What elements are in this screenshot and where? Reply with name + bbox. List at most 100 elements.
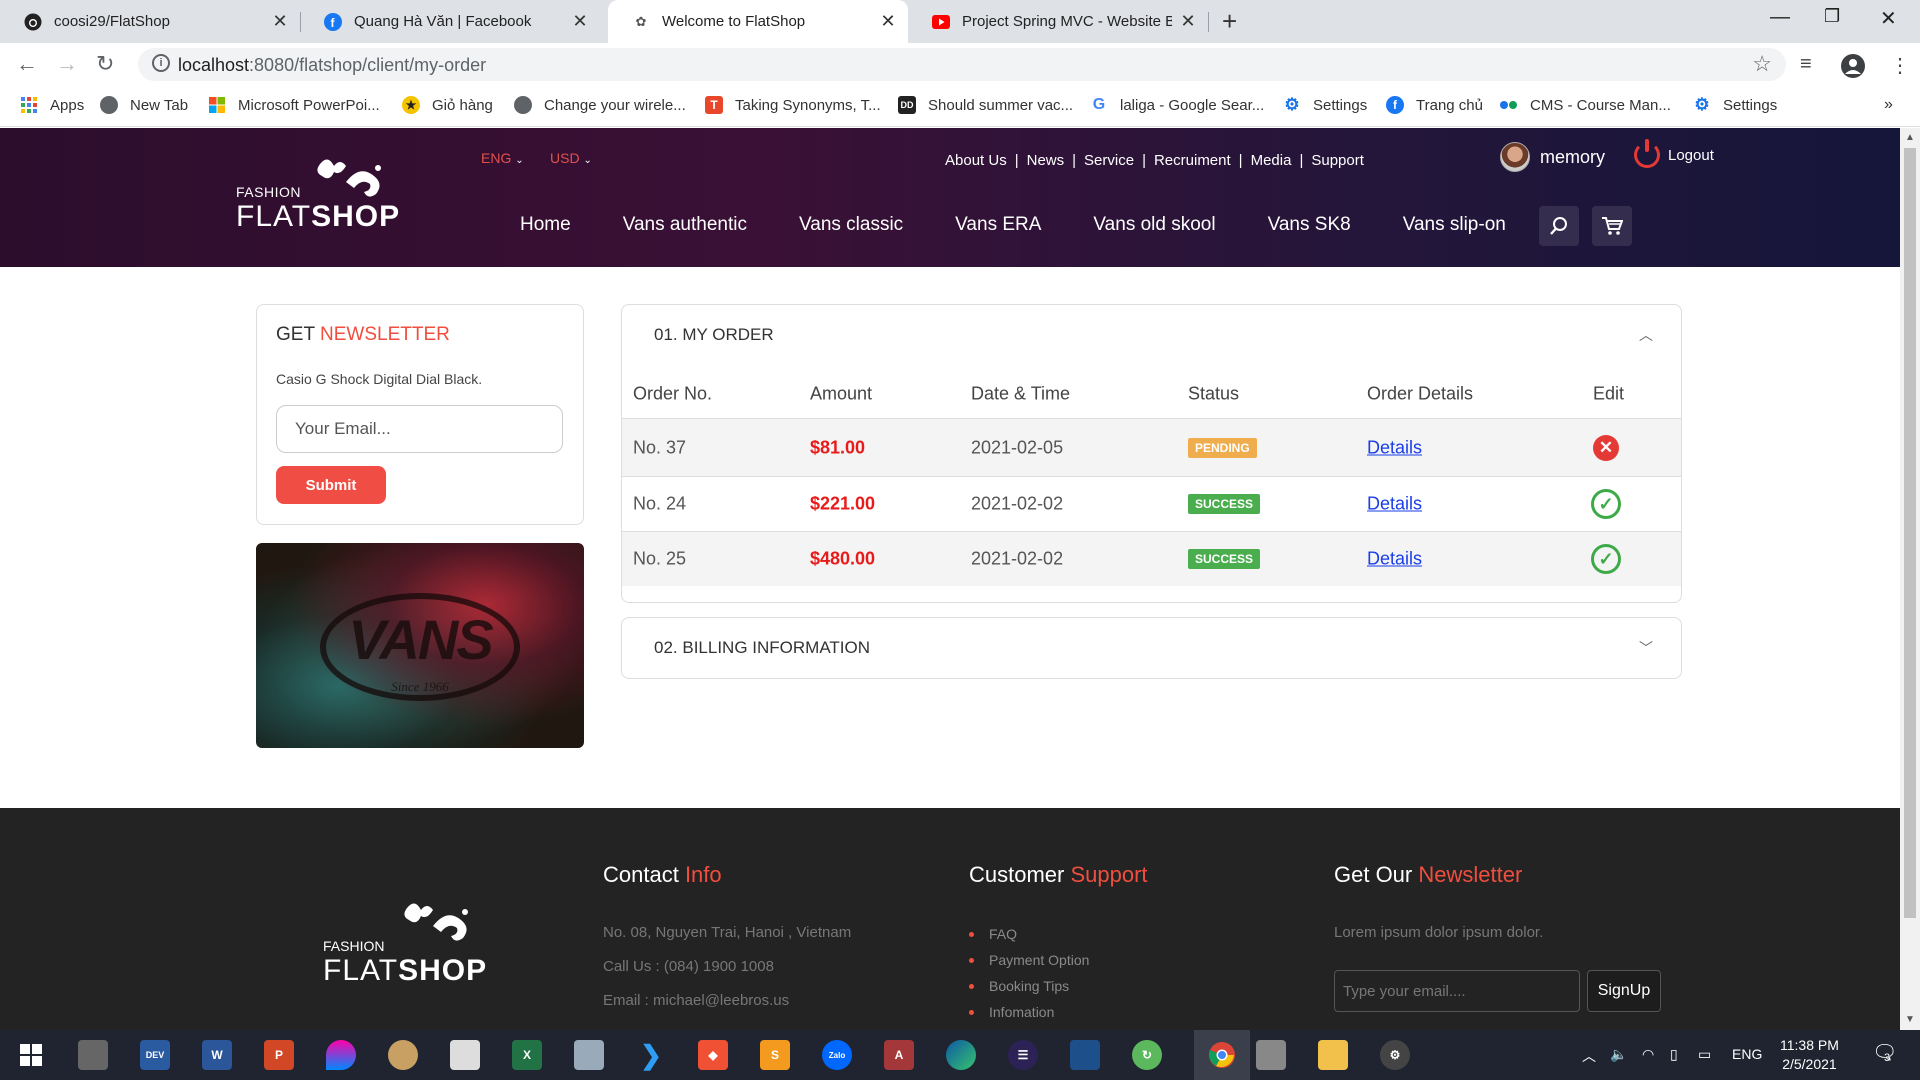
word-icon[interactable]: W [202,1040,232,1070]
settings-gear-app-icon[interactable]: ⚙ [1380,1040,1410,1070]
close-icon[interactable]: ✕ [572,11,588,32]
bookmark-settings-2[interactable]: ⚙ Settings [1693,95,1777,114]
cart-button[interactable] [1592,206,1632,246]
file-explorer-icon[interactable] [1318,1040,1348,1070]
currency-selector[interactable]: USD ⌄ [550,150,592,166]
nav-vans-authentic[interactable]: Vans authentic [623,214,747,236]
info-icon[interactable]: i [152,54,170,72]
top-link-service[interactable]: Service [1076,152,1142,169]
edge-icon[interactable] [946,1040,976,1070]
bookmark-wireless[interactable]: Change your wirele... [514,96,686,114]
support-link-booking[interactable]: Booking Tips [969,978,1089,994]
close-icon[interactable]: ✕ [1180,11,1196,32]
bookmarks-overflow-icon[interactable]: » [1884,96,1893,114]
sublime-text-icon[interactable]: S [760,1040,790,1070]
bookmark-settings[interactable]: ⚙ Settings [1283,95,1367,114]
tab-facebook[interactable]: f Quang Hà Văn | Facebook ✕ [300,0,600,43]
nav-home[interactable]: Home [520,214,571,236]
chevron-up-icon[interactable]: ︿ [1639,325,1653,345]
search-button[interactable] [1539,206,1579,246]
pin-tool-icon[interactable] [1256,1040,1286,1070]
battery-icon[interactable]: ▭ [1698,1046,1711,1063]
language-selector[interactable]: ENG ⌄ [481,150,524,166]
newsletter-submit-button[interactable]: Submit [276,466,386,504]
server-app-icon[interactable] [78,1040,108,1070]
chrome-icon[interactable] [1194,1030,1250,1080]
snipping-tool-icon[interactable] [450,1040,480,1070]
address-bar[interactable]: i localhost:8080/flatshop/client/my-orde… [138,48,1786,81]
tray-chevron-up-icon[interactable]: ︿ [1582,1046,1596,1066]
back-icon[interactable]: ← [16,51,38,77]
profile-avatar-icon[interactable] [1840,53,1866,85]
windows-start-icon[interactable] [16,1040,46,1070]
scroll-up-icon[interactable]: ▲ [1905,132,1915,143]
paint-palette-icon[interactable] [388,1040,418,1070]
refresh-app-icon[interactable]: ↻ [1132,1040,1162,1070]
git-icon[interactable]: ◆ [698,1040,728,1070]
nav-vans-slip-on[interactable]: Vans slip-on [1403,214,1506,236]
tab-github[interactable]: coosi29/FlatShop ✕ [0,0,300,43]
billing-title[interactable]: 02. BILLING INFORMATION [654,638,870,658]
top-link-media[interactable]: Media [1243,152,1300,169]
eclipse-icon[interactable]: ☰ [1008,1040,1038,1070]
nav-vans-old-skool[interactable]: Vans old skool [1093,214,1215,236]
bookmark-gio-hang[interactable]: ★ Giỏ hàng [402,96,493,114]
close-icon[interactable]: ✕ [880,11,896,32]
site-logo[interactable]: FASHION FLATSHOP [236,154,399,234]
support-link-faq[interactable]: FAQ [969,926,1089,942]
bookmark-synonyms[interactable]: T Taking Synonyms, T... [705,96,881,114]
volume-icon[interactable]: 🔈 [1610,1046,1627,1063]
system-clock[interactable]: 11:38 PM 2/5/2021 [1780,1036,1839,1074]
window-close-icon[interactable]: ✕ [1880,6,1897,31]
zalo-icon[interactable]: Zalo [822,1040,852,1070]
cube-app-icon[interactable] [574,1040,604,1070]
tab-flatshop[interactable]: ✿ Welcome to FlatShop ✕ [608,0,908,43]
input-language[interactable]: ENG [1732,1046,1762,1062]
top-link-recruitment[interactable]: Recruiment [1146,152,1239,169]
notification-center[interactable]: 🗨 3 [1872,1040,1897,1065]
browser-menu-icon[interactable]: ⋮ [1890,53,1910,78]
my-order-title[interactable]: 01. MY ORDER [654,325,774,345]
billing-panel[interactable]: 02. BILLING INFORMATION ﹀ [621,617,1682,679]
order-details-link[interactable]: Details [1367,549,1422,570]
forward-icon[interactable]: → [56,51,78,77]
nav-vans-era[interactable]: Vans ERA [955,214,1041,236]
top-link-about[interactable]: About Us [937,152,1015,169]
access-icon[interactable]: A [884,1040,914,1070]
excel-icon[interactable]: X [512,1040,542,1070]
bookmark-star-icon[interactable]: ☆ [1752,51,1772,77]
bookmark-powerpoint[interactable]: Microsoft PowerPoi... [208,96,380,114]
chevron-down-icon[interactable]: ﹀ [1639,638,1653,658]
paint-drop-icon[interactable] [326,1040,356,1070]
footer-logo[interactable]: FASHION FLATSHOP [323,903,486,998]
signup-button[interactable]: SignUp [1587,970,1661,1012]
top-link-news[interactable]: News [1019,152,1073,169]
close-icon[interactable]: ✕ [272,11,288,32]
user-account[interactable]: memory [1500,142,1605,172]
scrollbar-thumb[interactable] [1904,148,1916,918]
support-link-information[interactable]: Infomation [969,1004,1089,1020]
page-scrollbar[interactable]: ▲ ▼ [1900,128,1920,1030]
restore-icon[interactable]: ❐ [1824,6,1840,27]
newsletter-email-input[interactable] [276,405,563,453]
scroll-down-icon[interactable]: ▼ [1905,1014,1915,1025]
cancel-order-icon[interactable]: ✕ [1593,434,1619,461]
mysql-workbench-icon[interactable] [1070,1040,1100,1070]
bookmark-summer[interactable]: DD Should summer vac... [898,96,1073,114]
bookmark-laliga[interactable]: G laliga - Google Sear... [1090,96,1265,114]
reading-list-icon[interactable]: ≡ [1800,53,1812,76]
reload-icon[interactable]: ↻ [96,51,114,77]
logout-button[interactable]: Logout [1634,139,1714,168]
footer-email-input[interactable] [1334,970,1580,1012]
minimize-icon[interactable]: — [1770,6,1790,29]
order-details-link[interactable]: Details [1367,494,1422,515]
nav-vans-classic[interactable]: Vans classic [799,214,903,236]
tab-youtube[interactable]: Project Spring MVC - Website Bá ✕ [908,0,1208,43]
bookmark-cms[interactable]: CMS - Course Man... [1500,96,1671,114]
order-details-link[interactable]: Details [1367,437,1422,458]
vans-banner-image[interactable]: VANS Since 1966 [256,543,584,748]
devcpp-icon[interactable]: DEV [140,1040,170,1070]
bookmark-new-tab[interactable]: New Tab [100,96,188,114]
new-tab-button[interactable]: + [1222,6,1237,37]
vscode-icon[interactable]: ❯ [636,1040,666,1070]
